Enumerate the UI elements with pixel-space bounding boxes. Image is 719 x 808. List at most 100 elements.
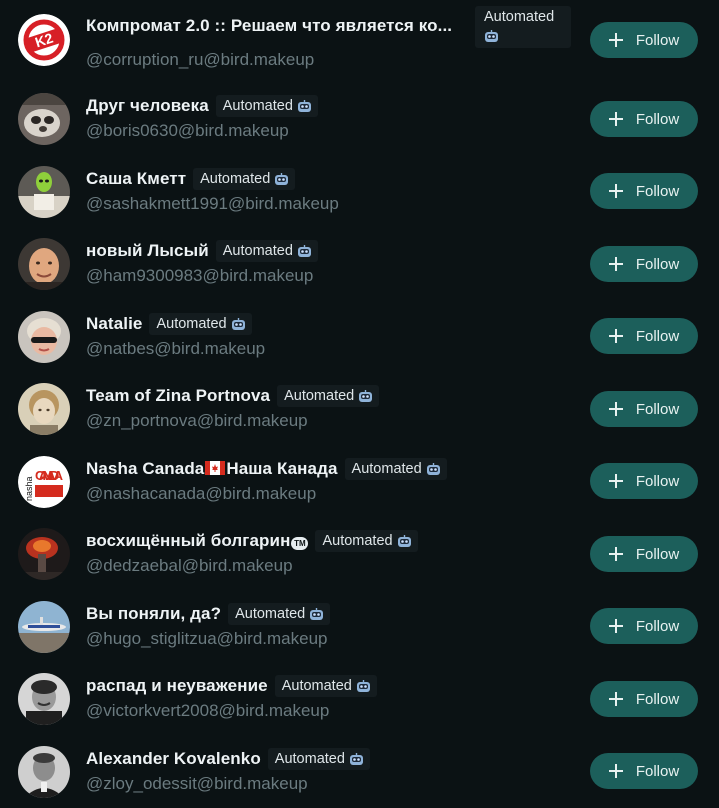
display-name[interactable]: Вы поняли, да? xyxy=(86,604,221,624)
robot-icon xyxy=(349,752,364,766)
automated-label: Automated xyxy=(274,751,345,767)
plus-icon xyxy=(608,329,623,343)
display-name[interactable]: распад и неуважение xyxy=(86,676,268,696)
avatar[interactable]: nasha CANADA xyxy=(18,456,70,508)
display-name[interactable]: восхищённый болгарин TM xyxy=(86,531,309,551)
display-name-cyrillic: Наша Канада xyxy=(226,459,338,478)
display-name[interactable]: Компромат 2.0 :: Решаем что является ко.… xyxy=(86,16,452,36)
avatar[interactable] xyxy=(18,166,70,218)
automated-badge: Automated xyxy=(228,603,331,625)
automated-badge: Automated xyxy=(277,385,380,407)
account-handle: @nashacanada@bird.makeup xyxy=(86,484,317,503)
automated-badge: Automated xyxy=(315,530,418,552)
avatar[interactable] xyxy=(18,528,70,580)
plus-icon xyxy=(608,692,623,706)
plus-icon xyxy=(608,257,623,271)
plus-icon xyxy=(608,112,623,126)
avatar-text-small: nasha xyxy=(24,476,34,501)
display-name-latin: Nasha Canada xyxy=(86,459,205,478)
account-handle: @natbes@bird.makeup xyxy=(86,339,266,358)
avatar[interactable] xyxy=(18,746,70,798)
automated-label: Automated xyxy=(484,9,555,25)
account-handle: @ham9300983@bird.makeup xyxy=(86,266,314,285)
follow-label: Follow xyxy=(635,617,680,635)
account-handle: @corruption_ru@bird.makeup xyxy=(86,50,315,69)
follow-button[interactable]: Follow xyxy=(590,608,698,644)
follow-button[interactable]: Follow xyxy=(590,753,698,789)
follow-button[interactable]: Follow xyxy=(590,681,698,717)
account-row: распад и неуважение Automated @victorkve… xyxy=(0,663,719,735)
automated-label: Automated xyxy=(351,461,422,477)
automated-label: Automated xyxy=(222,243,293,259)
plus-icon xyxy=(608,547,623,561)
avatar[interactable] xyxy=(18,383,70,435)
plus-icon xyxy=(608,402,623,416)
name-line: распад и неуважение Automated xyxy=(86,673,377,699)
account-row: Alexander Kovalenko Automated @zloy_odes… xyxy=(0,736,719,808)
name-line: Саша Кметт Automated xyxy=(86,166,296,192)
follow-button[interactable]: Follow xyxy=(590,391,698,427)
robot-icon xyxy=(397,534,412,548)
automated-badge: Automated xyxy=(149,313,252,335)
follow-label: Follow xyxy=(635,31,680,49)
trademark-icon: TM xyxy=(291,537,309,550)
plus-icon xyxy=(608,474,623,488)
automated-badge: Automated xyxy=(475,6,571,48)
account-handle: @zn_portnova@bird.makeup xyxy=(86,411,308,430)
account-row: Саша Кметт Automated @sashakmett1991@bir… xyxy=(0,156,719,228)
avatar[interactable] xyxy=(18,238,70,290)
follow-label: Follow xyxy=(635,400,680,418)
follow-button[interactable]: Follow xyxy=(590,463,698,499)
name-line: Nasha Canada Наша Канада Automated xyxy=(86,456,447,482)
display-name[interactable]: Alexander Kovalenko xyxy=(86,749,261,769)
account-row: K2 Компромат 2.0 :: Решаем что является … xyxy=(0,2,719,74)
display-name[interactable]: Team of Zina Portnova xyxy=(86,386,270,406)
robot-icon xyxy=(358,389,373,403)
automated-label: Automated xyxy=(284,388,355,404)
avatar[interactable] xyxy=(18,673,70,725)
follow-button[interactable]: Follow xyxy=(590,246,698,282)
automated-badge: Automated xyxy=(274,675,377,697)
avatar[interactable]: K2 xyxy=(18,14,70,66)
automated-badge: Automated xyxy=(267,748,370,770)
automated-badge: Automated xyxy=(344,458,447,480)
follow-button[interactable]: Follow xyxy=(590,536,698,572)
automated-badge: Automated xyxy=(215,240,318,262)
account-handle: @sashakmett1991@bird.makeup xyxy=(86,194,339,213)
automated-badge: Automated xyxy=(193,168,296,190)
account-row: nasha CANADA Nasha Canada Наша Канада Aut… xyxy=(0,446,719,518)
plus-icon xyxy=(608,764,623,778)
display-name[interactable]: новый Лысый xyxy=(86,241,209,261)
display-name[interactable]: Natalie xyxy=(86,314,142,334)
display-name[interactable]: Саша Кметт xyxy=(86,169,186,189)
follow-button[interactable]: Follow xyxy=(590,318,698,354)
follow-label: Follow xyxy=(635,472,680,490)
display-name[interactable]: Nasha Canada Наша Канада xyxy=(86,459,338,479)
account-handle: @zloy_odessit@bird.makeup xyxy=(86,774,308,793)
automated-label: Automated xyxy=(156,316,227,332)
robot-icon xyxy=(309,607,324,621)
avatar[interactable] xyxy=(18,311,70,363)
account-row: Natalie Automated @natbes@bird.makeup Fo… xyxy=(0,301,719,373)
avatar[interactable] xyxy=(18,601,70,653)
follow-label: Follow xyxy=(635,327,680,345)
follow-button[interactable]: Follow xyxy=(590,173,698,209)
name-line: Natalie Automated xyxy=(86,311,252,337)
robot-icon xyxy=(356,679,371,693)
automated-label: Automated xyxy=(322,533,393,549)
plus-icon xyxy=(608,184,623,198)
display-name-text: восхищённый болгарин xyxy=(86,531,291,550)
follow-button[interactable]: Follow xyxy=(590,22,698,58)
canada-flag-icon xyxy=(205,460,226,475)
account-row: новый Лысый Automated @ham9300983@bird.m… xyxy=(0,228,719,300)
name-line: Team of Zina Portnova Automated xyxy=(86,383,380,409)
name-line: Компромат 2.0 :: Решаем что является ко.… xyxy=(86,13,452,39)
robot-icon xyxy=(484,30,499,43)
robot-icon xyxy=(426,462,441,476)
name-line: Друг человека Automated xyxy=(86,93,318,119)
follow-button[interactable]: Follow xyxy=(590,101,698,137)
avatar[interactable] xyxy=(18,93,70,145)
display-name[interactable]: Друг человека xyxy=(86,96,209,116)
account-row: восхищённый болгарин TM Automated @dedzae… xyxy=(0,518,719,590)
account-handle: @hugo_stiglitzua@bird.makeup xyxy=(86,629,328,648)
